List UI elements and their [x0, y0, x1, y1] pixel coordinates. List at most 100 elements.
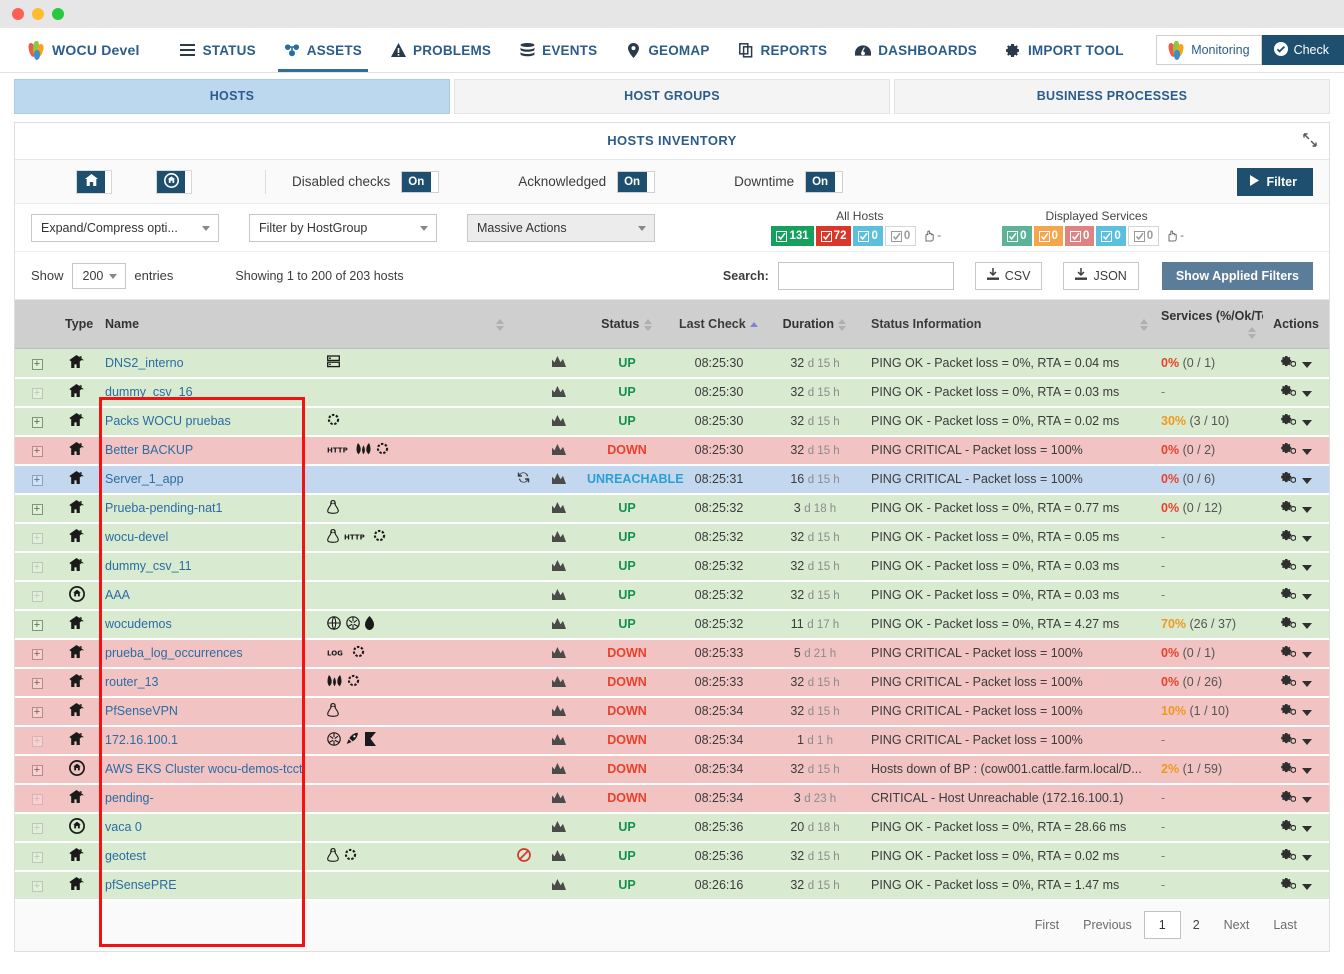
- cell-name[interactable]: Better BACKUP: [99, 435, 321, 466]
- cell-actions[interactable]: [1263, 348, 1329, 379]
- cell-graph[interactable]: [541, 609, 581, 640]
- table-row[interactable]: + dummy_csv_16 UP 08:25:30 32 d 15 h PING OK …: [15, 377, 1329, 408]
- row-actions-gear-icon[interactable]: [1280, 675, 1297, 690]
- pagination-previous[interactable]: Previous: [1071, 911, 1144, 939]
- cell-actions[interactable]: [1263, 783, 1329, 814]
- cell-actions[interactable]: [1263, 551, 1329, 582]
- table-row[interactable]: + pfSensePRE UP 08:26:16 32 d 15 h PING OK - …: [15, 870, 1329, 901]
- cell-ack-icon[interactable]: [511, 551, 541, 582]
- cell-expand[interactable]: +: [15, 812, 59, 843]
- expand-row-toggle[interactable]: +: [31, 823, 43, 835]
- nav-item-assets[interactable]: ASSETS: [270, 28, 376, 72]
- host-name-link[interactable]: pfSensePRE: [105, 878, 177, 892]
- cell-expand[interactable]: +: [15, 783, 59, 814]
- row-actions-caret-icon[interactable]: [1302, 768, 1312, 775]
- host-name-link[interactable]: Prueba-pending-nat1: [105, 501, 222, 515]
- expand-row-toggle[interactable]: +: [31, 504, 43, 516]
- row-actions-caret-icon[interactable]: [1302, 565, 1312, 572]
- cell-graph[interactable]: [541, 812, 581, 843]
- cell-name[interactable]: wocudemos: [99, 609, 321, 640]
- counter-badge-critical[interactable]: 0: [1064, 226, 1095, 246]
- tab-hosts[interactable]: HOSTS: [14, 79, 450, 114]
- header-type[interactable]: Type: [59, 300, 99, 350]
- cell-ack-icon[interactable]: [511, 406, 541, 437]
- cell-graph[interactable]: [541, 783, 581, 814]
- expand-row-toggle[interactable]: +: [31, 794, 43, 806]
- counter-badge-ok[interactable]: 0: [1002, 226, 1032, 246]
- filter-hostgroup-select[interactable]: Filter by HostGroup: [249, 213, 437, 242]
- cell-ack-icon[interactable]: [511, 638, 541, 669]
- row-actions-caret-icon[interactable]: [1302, 884, 1312, 891]
- cell-ack-icon[interactable]: [511, 841, 541, 872]
- cell-actions[interactable]: [1263, 725, 1329, 756]
- sort-icon[interactable]: [643, 318, 653, 331]
- table-row[interactable]: + dummy_csv_11 UP 08:25:32 32 d 15 h PING OK …: [15, 551, 1329, 582]
- cell-expand[interactable]: +: [15, 551, 59, 582]
- cell-actions[interactable]: [1263, 754, 1329, 785]
- filter-button[interactable]: Filter: [1237, 167, 1313, 196]
- cell-graph[interactable]: [541, 348, 581, 379]
- row-actions-gear-icon[interactable]: [1280, 762, 1297, 777]
- toggle-switch[interactable]: On: [402, 171, 439, 192]
- table-row[interactable]: + DNS2_interno UP 08:25:30 32 d 15 h PING OK …: [15, 348, 1329, 379]
- minimize-window-button[interactable]: [32, 8, 44, 20]
- host-name-link[interactable]: 172.16.100.1: [105, 733, 178, 747]
- counter-badge-warning[interactable]: 0: [1033, 226, 1063, 246]
- cell-name[interactable]: router_13: [99, 667, 321, 698]
- cell-actions[interactable]: [1263, 580, 1329, 611]
- cell-ack-icon[interactable]: [511, 812, 541, 843]
- row-actions-gear-icon[interactable]: [1280, 849, 1297, 864]
- cell-expand[interactable]: +: [15, 667, 59, 698]
- host-name-link[interactable]: wocu-devel: [105, 530, 168, 544]
- header-status-information[interactable]: Status Information: [865, 300, 1155, 350]
- cell-name[interactable]: pfSensePRE: [99, 870, 321, 901]
- cell-name[interactable]: AAA: [99, 580, 321, 611]
- row-actions-gear-icon[interactable]: [1280, 646, 1297, 661]
- host-name-link[interactable]: Server_1_app: [105, 472, 184, 486]
- row-actions-caret-icon[interactable]: [1302, 361, 1312, 368]
- cell-graph[interactable]: [541, 580, 581, 611]
- table-row[interactable]: + router_13 DOWN 08:25:33 32 d 15 h PING CRIT…: [15, 667, 1329, 698]
- pagination-next[interactable]: Next: [1212, 911, 1262, 939]
- table-row[interactable]: + prueba_log_occurrences LOG DOWN 08:25:33 5 …: [15, 638, 1329, 669]
- cell-expand[interactable]: +: [15, 754, 59, 785]
- sort-icon-asc[interactable]: [749, 322, 759, 328]
- expand-row-toggle[interactable]: +: [31, 649, 43, 661]
- cell-name[interactable]: pending-: [99, 783, 321, 814]
- row-actions-gear-icon[interactable]: [1280, 588, 1297, 603]
- cell-ack-icon[interactable]: [511, 522, 541, 553]
- cell-expand[interactable]: +: [15, 522, 59, 553]
- host-type-filter-button[interactable]: [77, 170, 111, 193]
- cell-expand[interactable]: +: [15, 377, 59, 408]
- cell-name[interactable]: Prueba-pending-nat1: [99, 493, 321, 524]
- cell-actions[interactable]: [1263, 435, 1329, 466]
- expand-row-toggle[interactable]: +: [31, 765, 43, 777]
- cell-actions[interactable]: [1263, 638, 1329, 669]
- row-actions-caret-icon[interactable]: [1302, 710, 1312, 717]
- expand-row-toggle[interactable]: +: [31, 881, 43, 893]
- collapse-icon[interactable]: [1303, 133, 1317, 150]
- expand-row-toggle[interactable]: +: [31, 475, 43, 487]
- json-export-button[interactable]: JSON: [1063, 261, 1139, 290]
- row-actions-gear-icon[interactable]: [1280, 733, 1297, 748]
- cell-ack-icon[interactable]: [511, 609, 541, 640]
- expand-row-toggle[interactable]: +: [31, 417, 43, 429]
- row-actions-gear-icon[interactable]: [1280, 704, 1297, 719]
- cell-name[interactable]: AWS EKS Cluster wocu-demos-tcct: [99, 754, 321, 785]
- nav-item-dashboards[interactable]: DASHBOARDS: [841, 28, 991, 72]
- cell-graph[interactable]: [541, 754, 581, 785]
- row-actions-caret-icon[interactable]: [1302, 826, 1312, 833]
- cell-name[interactable]: DNS2_interno: [99, 348, 321, 379]
- cell-expand[interactable]: +: [15, 609, 59, 640]
- host-name-link[interactable]: prueba_log_occurrences: [105, 646, 243, 660]
- toggle-disabled-checks[interactable]: Disabled checks On: [292, 171, 439, 192]
- close-window-button[interactable]: [12, 8, 24, 20]
- table-row[interactable]: + Packs WOCU pruebas UP 08:25:30 32 d 15 h PI…: [15, 406, 1329, 437]
- cell-graph[interactable]: [541, 377, 581, 408]
- cell-expand[interactable]: +: [15, 841, 59, 872]
- cell-expand[interactable]: +: [15, 725, 59, 756]
- host-name-link[interactable]: AWS EKS Cluster wocu-demos-tcct: [105, 762, 303, 776]
- sort-icon[interactable]: [495, 318, 505, 331]
- toggle-switch[interactable]: On: [618, 171, 655, 192]
- row-actions-caret-icon[interactable]: [1302, 478, 1312, 485]
